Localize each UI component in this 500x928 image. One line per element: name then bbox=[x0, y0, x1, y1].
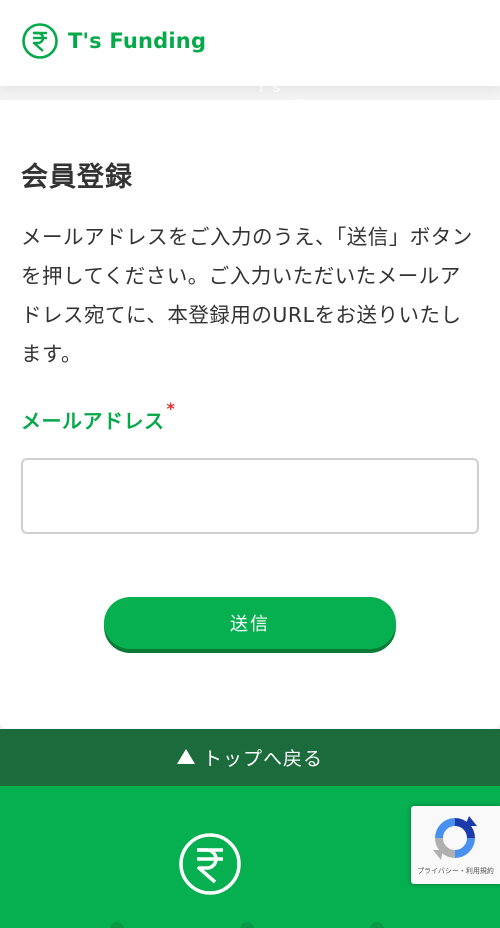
email-label-text: メールアドレス bbox=[21, 409, 165, 433]
recaptcha-badge[interactable]: プライバシー・利用規約 bbox=[411, 806, 500, 884]
email-field[interactable] bbox=[21, 458, 479, 534]
rupee-circle-icon bbox=[179, 833, 241, 895]
recaptcha-icon bbox=[433, 816, 477, 860]
email-label: メールアドレス* bbox=[21, 399, 175, 434]
submit-button[interactable]: 送信 bbox=[104, 597, 396, 649]
back-to-top-link[interactable]: トップへ戻る bbox=[0, 729, 500, 786]
rupee-circle-icon bbox=[22, 23, 58, 59]
recaptcha-links[interactable]: プライバシー・利用規約 bbox=[411, 866, 500, 876]
site-header: T's Funding bbox=[0, 0, 500, 86]
back-to-top-label: トップへ戻る bbox=[202, 748, 323, 770]
required-mark: * bbox=[166, 399, 176, 418]
brand-name: T's Funding bbox=[68, 29, 207, 53]
registration-card: 会員登録 メールアドレスをご入力のうえ、「送信」ボタンを押してください。ご入力い… bbox=[0, 100, 500, 729]
brand-home-link[interactable]: T's Funding bbox=[21, 22, 206, 60]
page-title: 会員登録 bbox=[21, 162, 133, 193]
registration-description: メールアドレスをご入力のうえ、「送信」ボタンを押してください。ご入力いただいたメ… bbox=[21, 225, 473, 366]
page: T's Funding 会員登録 メールアドレスをご入力のうえ、「送信」ボタンを… bbox=[0, 0, 500, 928]
triangle-up-icon bbox=[176, 749, 195, 764]
footer-brand-line2: Funding bbox=[256, 97, 328, 115]
